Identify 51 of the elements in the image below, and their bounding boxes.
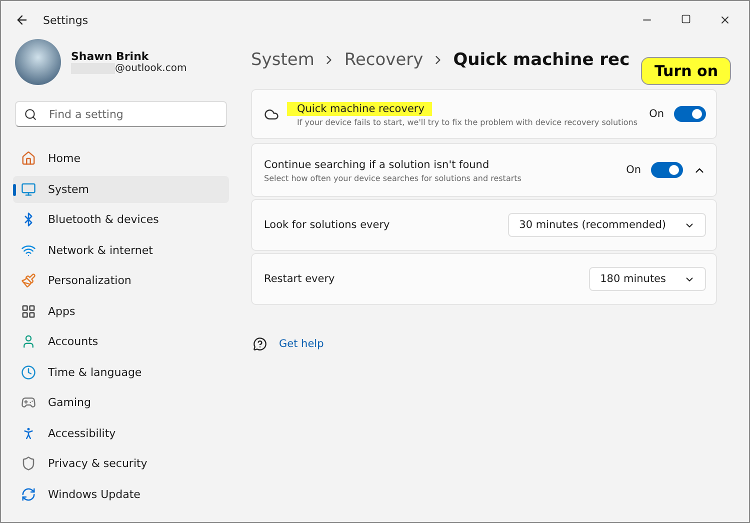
search-icon [24,108,37,120]
setting-title: Quick machine recovery [287,102,432,116]
sidebar-item[interactable]: Windows Update [13,480,229,508]
apps-icon [21,304,36,318]
setting-title: Restart every [263,272,336,286]
wifi-icon [21,242,36,258]
monitor-icon [21,182,36,196]
sidebar-item[interactable]: Accessibility [13,420,229,446]
home-icon [21,151,36,166]
shield-icon [21,456,36,471]
refresh-icon [21,486,36,502]
back-icon[interactable] [15,13,29,27]
sidebar-item[interactable]: Personalization [13,267,229,294]
sidebar-item[interactable]: Home [13,145,229,172]
get-help-link[interactable]: Get help [279,338,324,350]
account-email: @outlook.com [115,63,187,74]
gamepad-icon [21,395,36,410]
sidebar-item[interactable]: Time & language [13,358,229,386]
callout-label: Turn on [641,57,731,85]
sidebar-item[interactable]: Apps [13,298,229,324]
sidebar-item[interactable]: System [13,176,229,202]
avatar [15,39,61,85]
person-icon [21,334,36,349]
search-field[interactable]: Find a setting [15,101,227,127]
sidebar-item[interactable]: Bluetooth & devices [13,206,229,233]
sidebar-item[interactable]: Gaming [13,389,229,416]
toggle-switch[interactable] [651,162,683,178]
brush-icon [21,273,36,288]
maximize-icon[interactable] [681,14,691,24]
toggle-state: On [649,108,664,120]
setting-description: If your device fails to start, we'll try to fix the problem with device recovery solutions [297,118,639,126]
sidebar-item[interactable]: Network & internet [13,236,229,264]
breadcrumb-item: Quick machine rec [453,50,630,70]
setting-title: Continue searching if a solution isn't found [263,158,490,172]
cloud-icon [264,106,279,122]
dropdown[interactable]: 180 minutes [589,267,706,291]
accessibility-icon [21,426,36,440]
dropdown[interactable]: 30 minutes (recommended) [508,213,706,237]
toggle-switch[interactable] [674,106,706,122]
toggle-state: On [626,164,641,176]
account-name: Shawn Brink [71,50,150,63]
breadcrumb-item[interactable]: Recovery [344,50,424,70]
setting-title: Look for solutions every [263,218,391,232]
help-icon [253,337,267,351]
close-icon[interactable] [719,14,731,26]
sidebar-item[interactable]: Privacy & security [13,450,229,477]
breadcrumb-item[interactable]: System [251,50,314,70]
setting-description: Select how often your device searches for solutions and restarts [264,174,522,182]
window-title: Settings [43,14,88,26]
clock-icon [21,364,36,380]
sidebar-item[interactable]: Accounts [13,328,229,355]
